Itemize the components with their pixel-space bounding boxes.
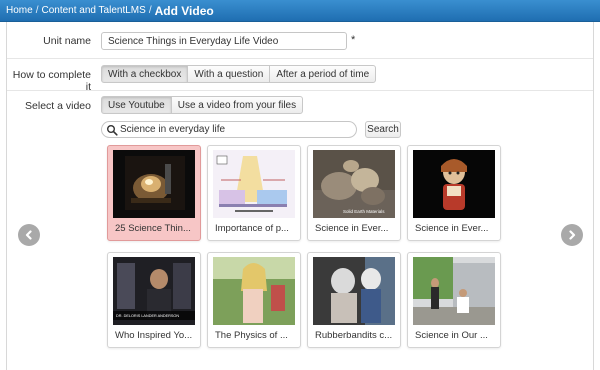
thumbnail-overlay-text: Solid Earth Materials [343,209,385,214]
video-card[interactable]: Rubberbandits c... [307,252,401,348]
unit-name-label: Unit name [43,35,91,47]
breadcrumb: Home / Content and TalentLMS / Add Video [0,0,600,22]
video-caption: Science in Our ... [415,330,488,341]
breadcrumb-separator: / [148,5,152,16]
option-question[interactable]: With a question [187,65,271,83]
chevron-left-icon [25,230,32,240]
video-card[interactable]: Solid Earth Materials Science in Ever... [307,145,401,241]
video-thumbnail [313,257,395,325]
search-box [101,121,357,138]
video-label: Select a video [25,100,91,112]
option-youtube[interactable]: Use Youtube [101,96,172,114]
divider [7,90,593,91]
video-card[interactable]: The Physics of ... [207,252,301,348]
unit-name-field[interactable] [101,32,347,50]
video-caption: Rubberbandits c... [315,330,393,341]
video-card[interactable]: Importance of p... [207,145,301,241]
video-card[interactable]: 25 Science Thin... [107,145,201,241]
divider [7,58,593,59]
search-input[interactable] [120,124,350,135]
next-arrow-button[interactable] [561,224,583,246]
video-caption: 25 Science Thin... [115,223,191,234]
video-thumbnail [413,150,495,218]
completion-options: With a checkbox With a question After a … [101,65,377,83]
video-thumbnail [213,150,295,218]
video-thumbnail [413,257,495,325]
video-thumbnail [113,150,195,218]
breadcrumb-content[interactable]: Content and TalentLMS [41,5,145,16]
video-source-options: Use Youtube Use a video from your files [101,96,304,114]
option-own-files[interactable]: Use a video from your files [170,96,304,114]
video-card[interactable]: Science in Our ... [407,252,501,348]
video-caption: Who Inspired Yo... [115,330,193,341]
search-button[interactable]: Search [365,121,401,138]
option-checkbox[interactable]: With a checkbox [101,65,189,83]
required-mark: * [351,34,356,46]
chevron-right-icon [569,230,576,240]
video-thumbnail: DR. DELORIS LANDER ANDERSON [113,257,195,325]
video-thumbnail: Solid Earth Materials [313,150,395,218]
video-caption: The Physics of ... [215,330,288,341]
prev-arrow-button[interactable] [18,224,40,246]
video-caption: Importance of p... [215,223,289,234]
page-title: Add Video [154,3,214,18]
magnifier-icon [107,124,118,136]
video-caption: Science in Ever... [315,223,389,234]
video-card[interactable]: DR. DELORIS LANDER ANDERSON Who Inspired… [107,252,201,348]
thumbnail-overlay-text: DR. DELORIS LANDER ANDERSON [116,314,179,318]
breadcrumb-separator: / [35,5,39,16]
video-thumbnail [213,257,295,325]
breadcrumb-home[interactable]: Home [6,5,33,16]
add-video-form: Unit name * How to complete it With a ch… [6,22,594,370]
option-time-period[interactable]: After a period of time [269,65,377,83]
video-caption: Science in Ever... [415,223,489,234]
video-card[interactable]: Science in Ever... [407,145,501,241]
